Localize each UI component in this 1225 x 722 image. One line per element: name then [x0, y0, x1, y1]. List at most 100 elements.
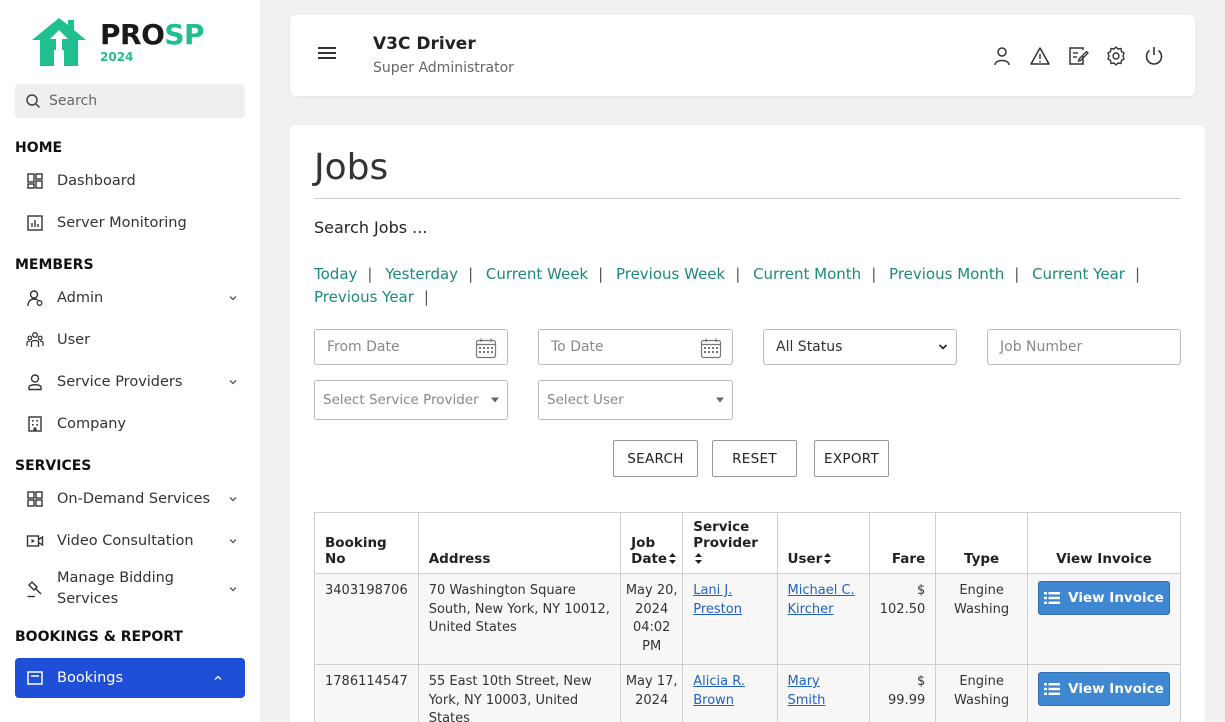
sidebar-item-manage-bidding-services[interactable]: Manage Bidding Services — [0, 562, 260, 616]
sidebar-item-label: Service Providers — [57, 374, 183, 390]
search-icon — [26, 94, 41, 109]
status-select[interactable]: All Status — [763, 329, 957, 365]
chevron-down-icon — [229, 380, 237, 385]
sort-icon[interactable] — [695, 553, 703, 564]
sidebar-item-label: Company — [57, 416, 126, 432]
user-link[interactable]: Mary Smith — [788, 674, 826, 708]
sidebar-item-admin[interactable]: Admin — [0, 277, 260, 319]
list-icon — [1044, 683, 1061, 695]
chevron-down-icon — [229, 497, 237, 502]
col-service-provider[interactable]: Service Provider — [682, 512, 778, 574]
power-icon[interactable] — [1143, 45, 1165, 67]
user-name: V3C Driver — [373, 34, 476, 54]
sidebar-item-label: Manage Bidding Services — [57, 570, 175, 607]
sidebar-item-label: Video Consultation — [57, 533, 194, 549]
service-provider-select[interactable]: Select Service Provider — [314, 380, 508, 420]
cell-service-provider: Alicia R. Brown — [682, 664, 778, 722]
view-invoice-button[interactable]: View Invoice — [1037, 672, 1170, 706]
export-button[interactable]: EXPORT — [814, 440, 889, 477]
grid-icon — [25, 489, 45, 509]
search-button[interactable]: SEARCH — [613, 440, 698, 477]
hamburger-menu-icon[interactable] — [318, 47, 336, 61]
col-view-invoice: View Invoice — [1026, 512, 1182, 574]
divider — [314, 198, 1181, 199]
dropdown-caret-icon — [491, 397, 499, 403]
cell-job-date: May 17, 2024 — [620, 664, 684, 722]
jobs-table: Booking No Address Job Date Service Prov… — [314, 512, 1182, 722]
filter-current-month[interactable]: Current Month — [753, 265, 861, 283]
cell-booking-no: 1786114547 — [314, 664, 419, 722]
filter-previous-month[interactable]: Previous Month — [889, 265, 1004, 283]
section-members: MEMBERS — [15, 257, 94, 273]
to-date-field[interactable]: To Date — [538, 329, 733, 365]
cell-booking-no: 3403198706 — [314, 573, 419, 665]
cell-address: 70 Washington Square South, New York, NY… — [417, 573, 622, 665]
from-date-field[interactable]: From Date — [314, 329, 508, 365]
col-job-date[interactable]: Job Date — [620, 512, 684, 574]
service-provider-placeholder: Select Service Provider — [323, 392, 479, 408]
sidebar-item-server-monitoring[interactable]: Server Monitoring — [0, 202, 260, 244]
users-icon — [25, 330, 45, 350]
table-row: 3403198706 70 Washington Square South, N… — [314, 573, 1182, 665]
cell-address: 55 East 10th Street, New York, NY 10003,… — [417, 664, 622, 722]
table-row: 1786114547 55 East 10th Street, New York… — [314, 664, 1182, 722]
calendar-icon[interactable] — [700, 337, 722, 359]
job-number-input[interactable]: Job Number — [987, 329, 1181, 365]
gavel-icon — [25, 579, 45, 599]
section-services: SERVICES — [15, 458, 92, 474]
service-provider-link[interactable]: Lani J. Preston — [693, 583, 742, 617]
sidebar-item-label: User — [57, 332, 91, 348]
filter-today[interactable]: Today — [314, 265, 357, 283]
section-bookings-report: BOOKINGS & REPORT — [15, 629, 183, 645]
cell-view-invoice: View Invoice — [1026, 664, 1182, 722]
user-placeholder: Select User — [547, 392, 624, 408]
provider-icon — [25, 372, 45, 392]
col-user[interactable]: User — [776, 512, 870, 574]
sidebar-item-company[interactable]: Company — [0, 403, 260, 445]
user-link[interactable]: Michael C. Kircher — [788, 583, 855, 617]
service-provider-link[interactable]: Alicia R. Brown — [693, 674, 745, 708]
sidebar: PROSP 2024 Search HOME Dashboard Server … — [0, 0, 260, 722]
filter-current-week[interactable]: Current Week — [486, 265, 588, 283]
top-header: V3C Driver Super Administrator — [290, 15, 1195, 96]
alert-icon[interactable] — [1029, 45, 1051, 67]
dashboard-icon — [25, 171, 45, 191]
filter-current-year[interactable]: Current Year — [1032, 265, 1125, 283]
sidebar-item-label: Server Monitoring — [57, 215, 187, 231]
sort-icon[interactable] — [824, 553, 832, 564]
filter-previous-year[interactable]: Previous Year — [314, 288, 414, 306]
page-title: Jobs — [314, 147, 389, 188]
sidebar-item-dashboard[interactable]: Dashboard — [0, 160, 260, 202]
status-selected-value: All Status — [776, 339, 843, 355]
sidebar-item-on-demand-services[interactable]: On-Demand Services — [0, 478, 260, 520]
col-type: Type — [935, 512, 1028, 574]
filter-previous-week[interactable]: Previous Week — [616, 265, 725, 283]
video-icon — [25, 531, 45, 551]
brand-logo[interactable]: PROSP 2024 — [30, 16, 205, 68]
user-select[interactable]: Select User — [538, 380, 733, 420]
sidebar-item-label: On-Demand Services — [57, 491, 211, 507]
list-icon — [1044, 592, 1061, 604]
reset-button[interactable]: RESET — [712, 440, 797, 477]
chart-icon — [25, 213, 45, 233]
sidebar-item-service-providers[interactable]: Service Providers — [0, 361, 260, 403]
filter-yesterday[interactable]: Yesterday — [385, 265, 458, 283]
calendar-icon[interactable] — [475, 337, 497, 359]
sidebar-item-video-consultation[interactable]: Video Consultation — [0, 520, 260, 562]
cell-user: Mary Smith — [776, 664, 870, 722]
sort-icon[interactable] — [669, 553, 677, 564]
job-number-placeholder: Job Number — [1000, 339, 1083, 355]
chevron-down-icon — [229, 296, 237, 301]
brand-name: PROSP — [100, 18, 205, 51]
view-invoice-button[interactable]: View Invoice — [1037, 581, 1170, 615]
profile-icon[interactable] — [991, 45, 1013, 67]
from-date-placeholder: From Date — [327, 339, 400, 355]
cell-fare: $ 102.50 — [868, 573, 937, 665]
chevron-up-icon — [214, 675, 222, 680]
notes-icon[interactable] — [1067, 45, 1089, 67]
sidebar-search-input[interactable]: Search — [15, 84, 245, 118]
sidebar-item-user[interactable]: User — [0, 319, 260, 361]
cell-service-provider: Lani J. Preston — [682, 573, 778, 665]
sidebar-item-bookings[interactable]: Bookings — [15, 658, 245, 698]
settings-icon[interactable] — [1105, 45, 1127, 67]
